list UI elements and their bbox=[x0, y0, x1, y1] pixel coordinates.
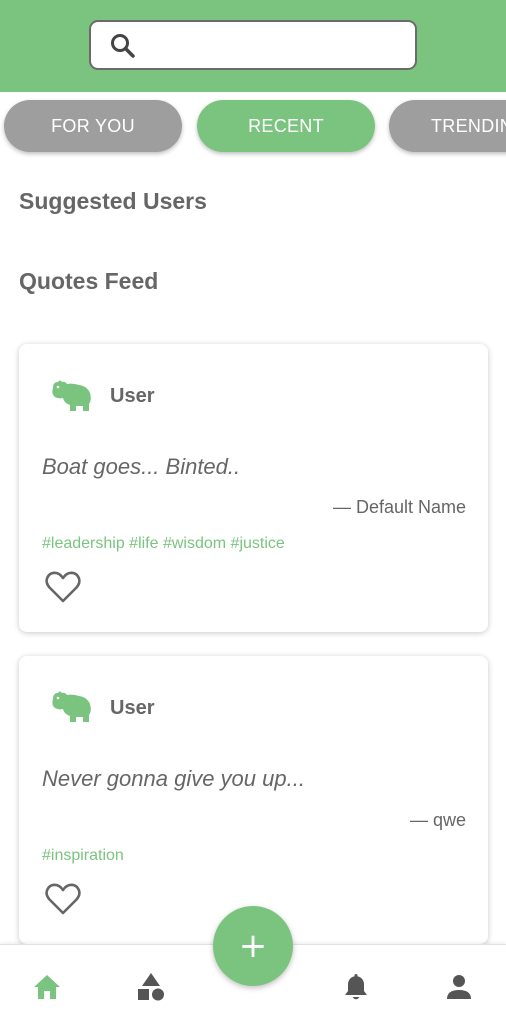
add-quote-button[interactable]: + bbox=[213, 906, 293, 986]
quote-card: User Never gonna give you up... — qwe #i… bbox=[19, 656, 488, 944]
post-username[interactable]: User bbox=[110, 697, 154, 720]
nav-categories[interactable] bbox=[135, 971, 167, 1003]
post-username[interactable]: User bbox=[110, 385, 154, 408]
nav-profile[interactable] bbox=[443, 971, 475, 1003]
feed-tabs: FOR YOU RECENT TRENDING bbox=[0, 96, 506, 158]
tab-recent[interactable]: RECENT bbox=[197, 100, 375, 152]
app-header bbox=[0, 0, 506, 92]
quote-tags[interactable]: #inspiration bbox=[42, 847, 124, 865]
tab-trending[interactable]: TRENDING bbox=[389, 100, 506, 152]
quote-tags[interactable]: #leadership #life #wisdom #justice bbox=[42, 535, 285, 553]
quote-author: — qwe bbox=[409, 810, 466, 830]
heart-icon[interactable] bbox=[44, 882, 82, 916]
hippo-icon bbox=[52, 691, 91, 722]
tab-for-you[interactable]: FOR YOU bbox=[4, 100, 182, 152]
hippo-icon bbox=[52, 380, 91, 411]
quote-text: Never gonna give you up... bbox=[42, 766, 305, 791]
search-input[interactable] bbox=[145, 30, 405, 60]
search-icon bbox=[111, 34, 135, 58]
suggested-users-title: Suggested Users bbox=[19, 188, 207, 214]
search-box[interactable] bbox=[89, 20, 417, 70]
quote-card: User Boat goes... Binted.. — Default Nam… bbox=[19, 344, 488, 632]
profile-icon bbox=[447, 975, 471, 999]
nav-notifications[interactable] bbox=[340, 971, 372, 1003]
bell-icon bbox=[345, 974, 367, 1000]
home-icon bbox=[34, 975, 60, 999]
categories-icon bbox=[138, 973, 164, 1001]
quote-author: — Default Name bbox=[332, 497, 466, 517]
quote-text: Boat goes... Binted.. bbox=[42, 454, 241, 479]
quotes-feed-title: Quotes Feed bbox=[19, 268, 159, 294]
heart-icon[interactable] bbox=[44, 570, 82, 604]
nav-home[interactable] bbox=[31, 971, 63, 1003]
